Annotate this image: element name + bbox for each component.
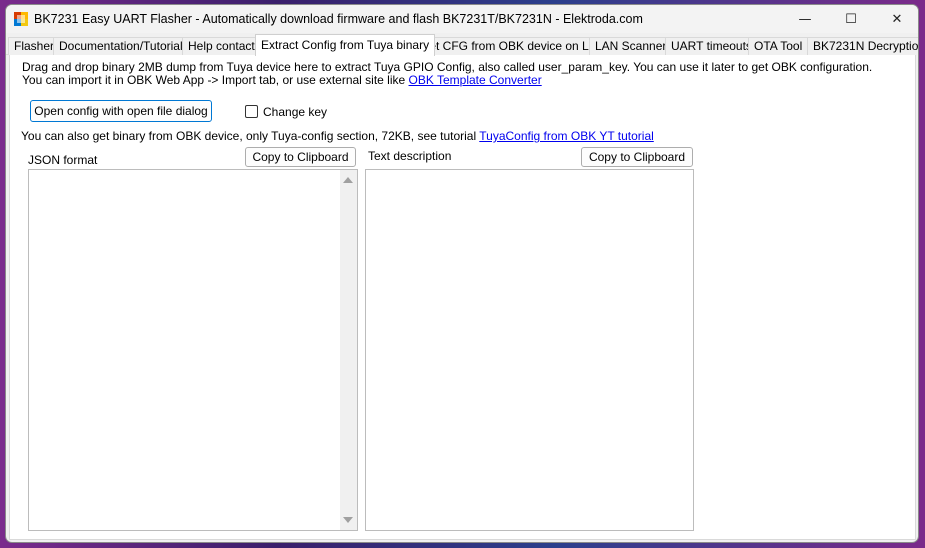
maximize-button[interactable]: ☐	[828, 5, 874, 33]
tab-strip: Flasher Documentation/Tutorials Help con…	[6, 33, 918, 56]
scroll-down-icon[interactable]	[343, 517, 353, 523]
extract-config-panel[interactable]: Drag and drop binary 2MB dump from Tuya …	[9, 55, 916, 540]
tab-uart-timeouts[interactable]: UART timeouts	[665, 37, 758, 55]
app-icon	[14, 12, 28, 26]
json-format-label: JSON format	[28, 153, 98, 167]
copy-text-button[interactable]: Copy to Clipboard	[581, 147, 693, 167]
intro-text-line2: You can import it in OBK Web App -> Impo…	[22, 73, 542, 87]
tab-extract-config[interactable]: Extract Config from Tuya binary	[255, 34, 436, 56]
json-vertical-scrollbar[interactable]	[340, 170, 357, 530]
tuyaconfig-yt-tutorial-link[interactable]: TuyaConfig from OBK YT tutorial	[479, 129, 654, 143]
obk-binary-hint: You can also get binary from OBK device,…	[21, 129, 654, 143]
obk-template-converter-link[interactable]: OBK Template Converter	[409, 73, 542, 87]
tab-bk7231n-decryption[interactable]: BK7231N Decryption	[807, 37, 918, 55]
copy-json-button[interactable]: Copy to Clipboard	[245, 147, 356, 167]
minimize-icon: —	[798, 11, 812, 27]
intro-text-line2-prefix: You can import it in OBK Web App -> Impo…	[22, 73, 409, 87]
text-description-label: Text description	[368, 149, 452, 163]
open-config-button[interactable]: Open config with open file dialog	[30, 100, 212, 122]
change-key-label[interactable]: Change key	[263, 105, 327, 119]
maximize-icon: ☐	[845, 11, 857, 27]
minimize-button[interactable]: —	[782, 5, 828, 33]
obk-binary-hint-prefix: You can also get binary from OBK device,…	[21, 129, 480, 143]
app-window: BK7231 Easy UART Flasher - Automatically…	[5, 4, 919, 543]
text-description-textbox[interactable]	[365, 169, 694, 531]
tab-help-contact[interactable]: Help contact	[182, 37, 261, 55]
tab-lan-scanner[interactable]: LAN Scanner	[589, 37, 673, 55]
title-bar[interactable]: BK7231 Easy UART Flasher - Automatically…	[6, 5, 918, 33]
scroll-up-icon[interactable]	[343, 177, 353, 183]
close-button[interactable]: ✕	[874, 5, 918, 33]
change-key-checkbox[interactable]	[245, 105, 258, 118]
tab-get-cfg-lan[interactable]: Get CFG from OBK device on LAN	[414, 37, 612, 55]
intro-text-line1: Drag and drop binary 2MB dump from Tuya …	[22, 60, 873, 74]
tab-ota-tool[interactable]: OTA Tool	[748, 37, 809, 55]
close-icon: ✕	[891, 11, 903, 27]
json-output-textbox[interactable]	[28, 169, 358, 531]
window-title: BK7231 Easy UART Flasher - Automatically…	[34, 12, 643, 26]
tab-documentation[interactable]: Documentation/Tutorials	[53, 37, 195, 55]
